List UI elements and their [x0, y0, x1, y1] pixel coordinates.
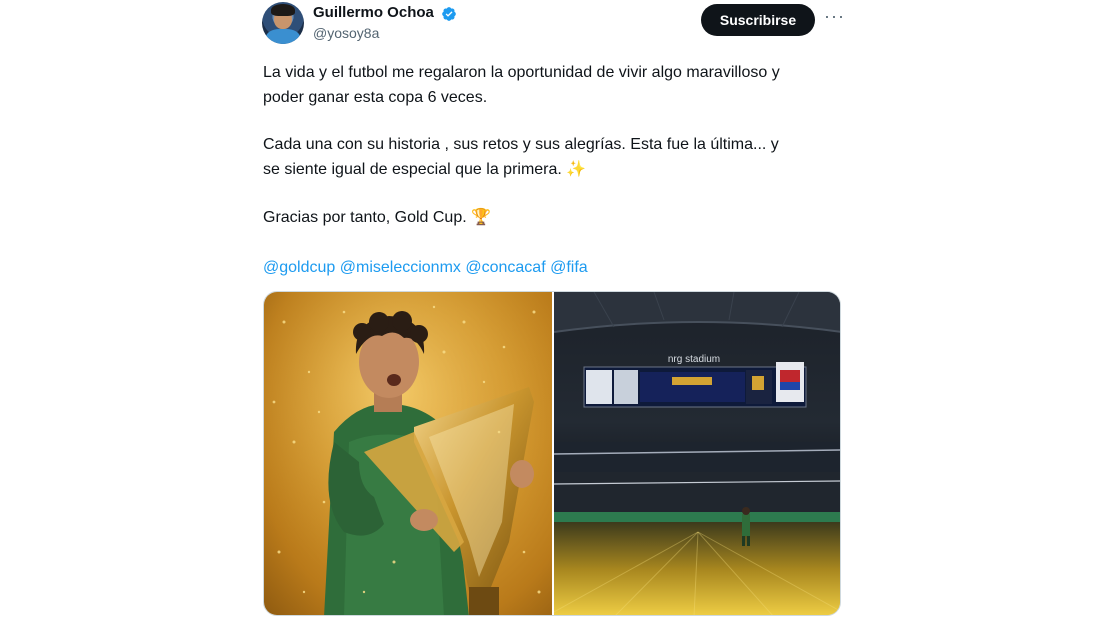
mentions-line: @goldcup @miseleccionmx @concacaf @fifa [263, 256, 588, 280]
verified-badge-icon [442, 7, 456, 21]
media-grid: nrg stadium [263, 291, 841, 616]
player-trophy-illustration [264, 292, 552, 615]
mention-link[interactable]: @miseleccionmx [340, 259, 461, 276]
photo-stadium[interactable]: nrg stadium [554, 292, 840, 615]
author-name[interactable]: Guillermo Ochoa [313, 4, 434, 21]
more-options-icon[interactable]: ··· [824, 6, 845, 27]
tweet-text-line: Cada una con su historia , sus retos y s… [263, 136, 779, 153]
avatar-hair [271, 4, 295, 16]
tweet-text-line: Gracias por tanto, Gold Cup. 🏆 [263, 209, 492, 226]
photo-player-trophy[interactable] [264, 292, 552, 615]
tweet-card: Guillermo Ochoa @yosoy8a Suscribirse ···… [262, 0, 845, 620]
stadium-sign: nrg stadium [668, 354, 720, 365]
avatar[interactable] [262, 2, 304, 44]
tweet-text-line: poder ganar esta copa 6 veces. [263, 89, 488, 106]
tweet-text-line: La vida y el futbol me regalaron la opor… [263, 64, 780, 81]
mention-link[interactable]: @fifa [550, 259, 588, 276]
tweet-text-line: se siente igual de especial que la prime… [263, 161, 587, 178]
stadium-illustration: nrg stadium [554, 292, 840, 615]
mention-link[interactable]: @concacaf [465, 259, 545, 276]
avatar-jersey [266, 29, 300, 44]
author-handle[interactable]: @yosoy8a [313, 25, 379, 41]
mention-link[interactable]: @goldcup [263, 259, 335, 276]
subscribe-button[interactable]: Suscribirse [701, 4, 815, 36]
